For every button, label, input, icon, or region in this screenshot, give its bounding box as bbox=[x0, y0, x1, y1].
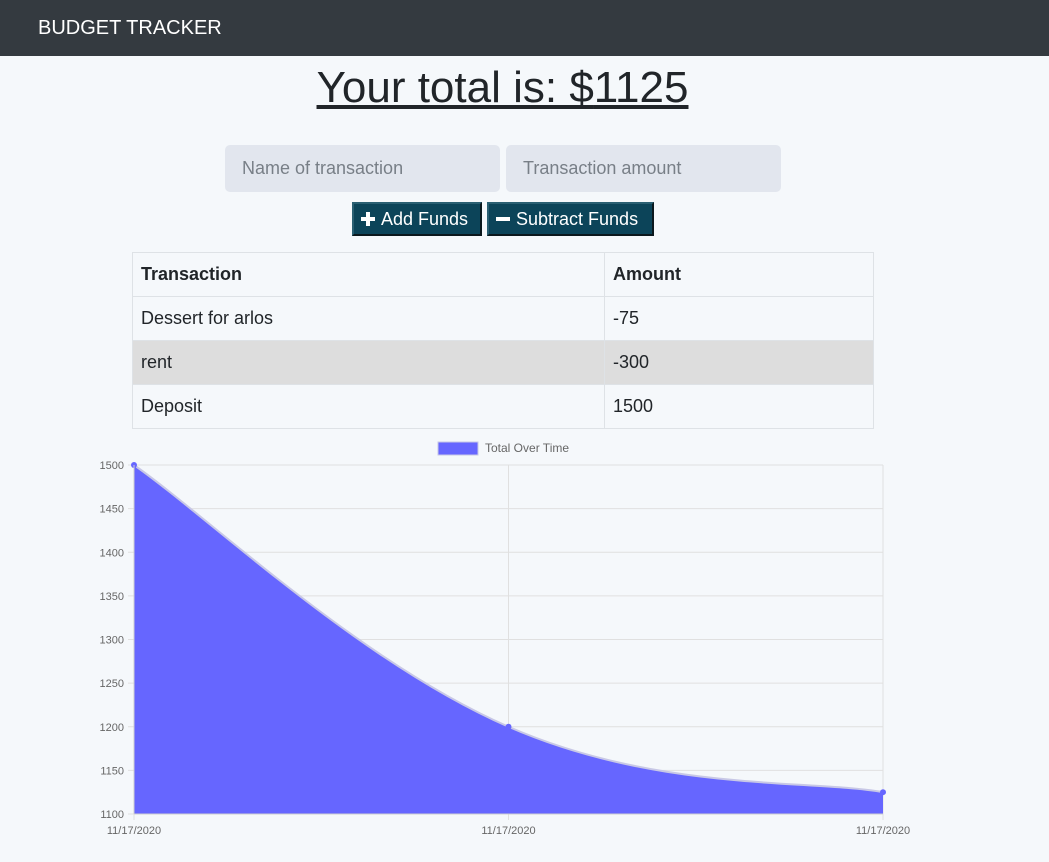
transaction-amount-cell: 1500 bbox=[604, 384, 874, 429]
y-tick-label: 1400 bbox=[100, 547, 124, 559]
y-tick-label: 1500 bbox=[100, 460, 124, 472]
subtract-funds-label: Subtract Funds bbox=[516, 208, 639, 229]
app-title[interactable]: BUDGET TRACKER bbox=[38, 16, 222, 40]
legend-swatch bbox=[437, 441, 479, 456]
y-tick-label: 1100 bbox=[100, 809, 124, 821]
add-funds-button[interactable]: Add Funds bbox=[352, 202, 482, 236]
add-funds-label: Add Funds bbox=[381, 208, 469, 229]
navbar: BUDGET TRACKER bbox=[0, 0, 1049, 56]
transaction-name-input[interactable] bbox=[225, 145, 500, 192]
y-tick-label: 1450 bbox=[100, 504, 124, 516]
transactions-table: Transaction Amount Dessert for arlos -75… bbox=[132, 252, 874, 429]
total-value: 1125 bbox=[593, 63, 689, 112]
y-tick-label: 1350 bbox=[100, 591, 124, 603]
transaction-name-cell: Dessert for arlos bbox=[132, 296, 605, 341]
plus-icon bbox=[361, 212, 375, 226]
x-tick-label: 11/17/2020 bbox=[856, 825, 910, 837]
subtract-funds-button[interactable]: Subtract Funds bbox=[487, 202, 654, 236]
column-header-transaction: Transaction bbox=[132, 252, 605, 297]
y-tick-label: 1150 bbox=[100, 765, 124, 777]
y-tick-label: 1300 bbox=[100, 635, 124, 647]
transaction-amount-cell: -300 bbox=[604, 340, 874, 385]
transaction-amount-cell: -75 bbox=[604, 296, 874, 341]
legend-label: Total Over Time bbox=[485, 441, 569, 455]
x-tick-label: 11/17/2020 bbox=[107, 825, 161, 837]
data-point bbox=[505, 723, 512, 730]
minus-icon bbox=[496, 217, 510, 221]
total-heading: Your total is: $1125 bbox=[0, 62, 1005, 114]
x-tick-label: 11/17/2020 bbox=[481, 825, 535, 837]
transaction-name-cell: rent bbox=[132, 340, 605, 385]
table-row: rent -300 bbox=[132, 340, 874, 385]
table-row: Deposit 1500 bbox=[132, 384, 874, 429]
total-label: Your total is: $ bbox=[316, 63, 594, 112]
y-tick-label: 1200 bbox=[100, 722, 124, 734]
data-point bbox=[880, 789, 886, 796]
table-header-row: Transaction Amount bbox=[132, 252, 874, 297]
transaction-amount-input[interactable] bbox=[506, 145, 781, 192]
total-over-time-chart: 1500 1450 1400 1350 1300 1250 1200 1150 1100 11/1… bbox=[100, 441, 911, 837]
y-tick-label: 1250 bbox=[100, 678, 124, 690]
column-header-amount: Amount bbox=[604, 252, 874, 297]
transaction-name-cell: Deposit bbox=[132, 384, 605, 429]
table-row: Dessert for arlos -75 bbox=[132, 296, 874, 341]
